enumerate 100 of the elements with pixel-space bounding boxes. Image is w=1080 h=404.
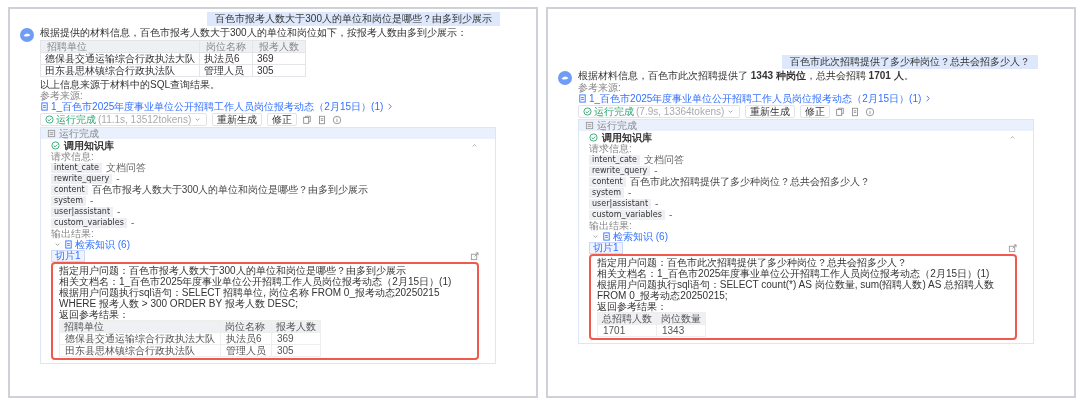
section-label: 请求信息: — [51, 151, 94, 162]
retrieval-link[interactable]: 检索知识 (6) — [75, 239, 130, 250]
param-tag: custom_variables — [51, 217, 127, 228]
param-tag: content — [51, 184, 88, 195]
caret-down-icon[interactable] — [591, 232, 600, 241]
user-message: 百色市报考人数大于300人的单位和岗位是哪些？由多到少展示 — [207, 12, 500, 26]
external-link-icon[interactable] — [1008, 243, 1017, 253]
assistant-avatar-icon — [20, 28, 34, 42]
table-cell: 1343 — [656, 324, 706, 337]
result-text: 返回参考结果： — [59, 309, 129, 320]
param-value: 百色市报考人数大于300人的单位和岗位是哪些？由多到少展示 — [91, 184, 369, 195]
document-icon — [40, 102, 49, 111]
source-link[interactable]: 1_百色市2025年度事业单位公开招聘工作人员岗位报考动态（2月15日）(1) — [578, 93, 933, 104]
check-circle-icon — [51, 141, 60, 150]
result-text: 指定用户问题：百色市此次招聘提供了多少种岗位？总共会招多少人？ — [597, 257, 907, 268]
table-header-cell: 岗位数量 — [656, 312, 706, 325]
toolbar-button[interactable]: 重新生成 — [212, 113, 263, 126]
param-value: 文档问答 — [643, 154, 684, 165]
sources-label: 参考来源: — [40, 90, 83, 101]
section-title: 调用知识库 — [64, 140, 114, 151]
table-header-cell: 总招聘人数 — [597, 312, 657, 325]
param-value: - — [116, 173, 120, 184]
table-cell: 305 — [271, 344, 321, 357]
param-value: - — [655, 198, 659, 209]
external-link-icon[interactable] — [470, 251, 479, 261]
table-header-cell: 报考人数 — [271, 320, 321, 333]
param-tag: rewrite_query — [51, 173, 113, 184]
chevron-right-icon — [923, 94, 933, 103]
param-value: - — [117, 206, 121, 217]
check-circle-icon — [45, 115, 54, 124]
toolbar-button[interactable]: 修正 — [267, 113, 298, 126]
param-tag: intent_cate — [589, 154, 640, 165]
result-text: 返回参考结果： — [597, 301, 667, 312]
copy-icon[interactable] — [302, 114, 313, 125]
chevron-up-icon[interactable] — [1008, 133, 1017, 142]
param-value: 百色市此次招聘提供了多少种岗位？总共会招多少人？ — [629, 176, 870, 187]
run-status-text: 运行完成 — [597, 120, 637, 131]
table-header-cell: 招聘单位 — [59, 320, 221, 333]
table-header-cell: 岗位名称 — [199, 40, 253, 53]
table-cell: 1701 — [597, 324, 657, 337]
param-tag: custom_variables — [589, 209, 665, 220]
section-label: 输出结果: — [51, 228, 94, 239]
param-value: - — [668, 209, 673, 220]
chevron-right-icon — [385, 102, 395, 111]
param-value: - — [627, 187, 632, 198]
check-circle-icon — [589, 133, 598, 142]
param-tag: content — [589, 176, 626, 187]
table-header-cell: 报考人数 — [252, 40, 306, 53]
answer-text: 根据提供的材料信息，百色市报考人数大于300人的单位和岗位如下，按报考人数由多到少展示： — [40, 27, 467, 39]
param-tag: user|assistant — [589, 198, 652, 209]
param-value: 文档问答 — [105, 162, 146, 173]
caret-down-icon[interactable] — [53, 240, 62, 249]
table-header-cell: 招聘单位 — [40, 40, 200, 53]
document-icon[interactable] — [850, 106, 861, 117]
section-title: 调用知识库 — [602, 132, 652, 143]
document-icon — [578, 94, 587, 103]
result-text: 根据用户问题执行sql语句：SELECT count(*) AS 岗位数量, sum(招聘人数) AS 总招聘人数 FROM 0_报考动态20250215; — [597, 279, 996, 301]
info-icon[interactable] — [865, 106, 876, 117]
retrieval-link[interactable]: 检索知识 (6) — [613, 231, 668, 242]
param-tag: intent_cate — [51, 162, 102, 173]
run-status-text: 运行完成 — [59, 128, 99, 139]
param-value: - — [130, 217, 135, 228]
section-label: 输出结果: — [589, 220, 632, 231]
copy-icon[interactable] — [835, 106, 846, 117]
toolbar-button[interactable]: 修正 — [800, 105, 831, 118]
table-cell: 管理人员 — [220, 344, 272, 357]
param-tag: user|assistant — [51, 206, 114, 217]
user-message: 百色市此次招聘提供了多少种岗位？总共会招多少人？ — [782, 55, 1038, 69]
document-icon[interactable] — [317, 114, 328, 125]
toolbar-button[interactable]: 重新生成 — [745, 105, 796, 118]
result-text: 相关文档名：1_百色市2025年度事业单位公开招聘工作人员岗位报考动态（2月15日）(1) — [59, 276, 452, 287]
source-link[interactable]: 1_百色市2025年度事业单位公开招聘工作人员岗位报考动态（2月15日）(1) — [40, 101, 395, 112]
result-text: 相关文档名：1_百色市2025年度事业单位公开招聘工作人员岗位报考动态（2月15日）(1) — [597, 268, 990, 279]
assistant-avatar-icon — [558, 71, 572, 85]
param-value: - — [654, 165, 658, 176]
param-value: - — [89, 195, 94, 206]
param-tag: rewrite_query — [589, 165, 651, 176]
status-dropdown[interactable]: 运行完成 (7.9s, 13364tokens) — [578, 105, 741, 118]
table-cell: 田东县思林镇综合行政执法队 — [59, 344, 221, 357]
section-label: 请求信息: — [589, 143, 632, 154]
result-text: 指定用户问题：百色市报考人数大于300人的单位和岗位是哪些？由多到少展示 — [59, 265, 406, 276]
slice-tag[interactable]: 切片1 — [51, 250, 85, 262]
table-header-cell: 岗位名称 — [220, 320, 272, 333]
table-cell: 369 — [271, 332, 321, 345]
param-tag: system — [51, 195, 86, 206]
param-tag: system — [589, 187, 624, 198]
answer-text: 根据材料信息，百色市此次招聘提供了 1343 种岗位，总共会招聘 1701 人。 — [578, 70, 914, 82]
slice-tag[interactable]: 切片1 — [589, 242, 623, 254]
result-text: 根据用户问题执行sql语句：SELECT 招聘单位, 岗位名称 FROM 0_报考动态20250215 WHERE 报考人数 > 300 ORDER BY 报考人数 DESC; — [59, 287, 440, 309]
table-cell: 执法员6 — [220, 332, 272, 345]
list-icon — [585, 121, 594, 130]
answer-text: 以上信息来源于材料中的SQL查询结果。 — [40, 79, 220, 90]
status-dropdown[interactable]: 运行完成 (11.1s, 13512tokens) — [40, 113, 208, 126]
check-circle-icon — [583, 107, 592, 116]
document-icon — [602, 232, 611, 241]
list-icon — [47, 129, 56, 138]
document-icon — [64, 240, 73, 249]
sources-label: 参考来源: — [578, 82, 621, 93]
chevron-up-icon[interactable] — [470, 141, 479, 150]
info-icon[interactable] — [332, 114, 343, 125]
